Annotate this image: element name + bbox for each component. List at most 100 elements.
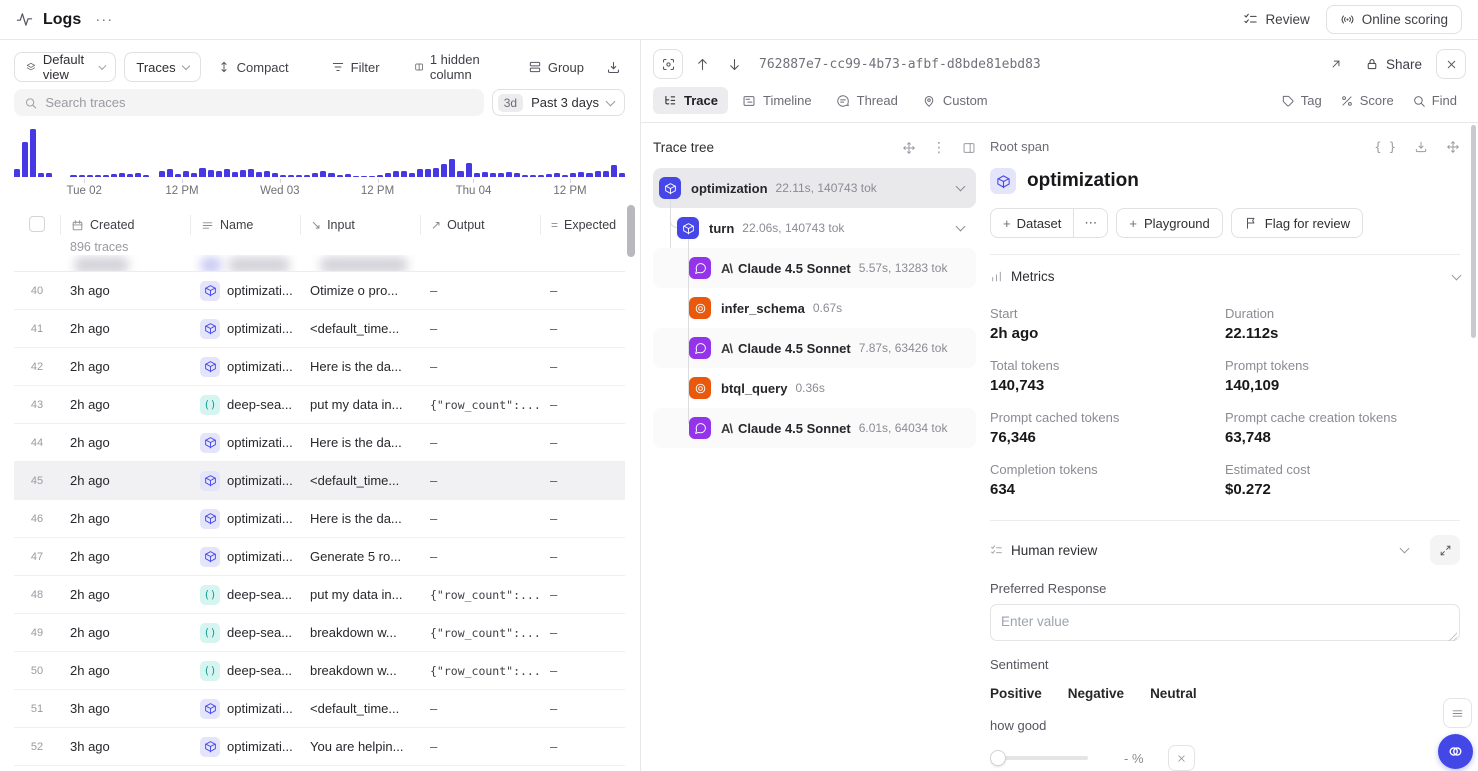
- tree-node-claude-4-5-sonnet[interactable]: A\Claude 4.5 Sonnet6.01s, 64034 tok: [653, 408, 976, 448]
- trace-volume-histogram: Tue 0212 PMWed 0312 PMThu 0412 PM: [14, 129, 625, 201]
- traces-selector[interactable]: Traces: [124, 52, 200, 82]
- table-row[interactable]: 403h agooptimizati...Otimize o pro...––: [14, 272, 625, 310]
- assistant-fab[interactable]: [1438, 734, 1473, 769]
- column-header-expected[interactable]: =Expected: [540, 215, 625, 235]
- tree-node-infer-schema[interactable]: infer_schema0.67s: [653, 288, 976, 328]
- checklist-icon: [990, 544, 1003, 557]
- slider-knob[interactable]: [990, 750, 1006, 766]
- table-row[interactable]: 523h agooptimizati...You are helpin...––: [14, 728, 625, 766]
- tree-node-optimization[interactable]: optimization22.11s, 140743 tok: [653, 168, 976, 208]
- tree-node-claude-4-5-sonnet[interactable]: A\Claude 4.5 Sonnet5.57s, 13283 tok: [653, 248, 976, 288]
- online-scoring-button[interactable]: Online scoring: [1326, 5, 1462, 34]
- group-button[interactable]: Group: [520, 52, 592, 82]
- filter-icon: [331, 60, 345, 74]
- review-menu-button[interactable]: [1443, 698, 1472, 728]
- metrics-section-header[interactable]: Metrics: [990, 269, 1460, 284]
- input-cell: You are helpin...: [300, 739, 420, 754]
- export-button[interactable]: [602, 52, 625, 82]
- histogram-bar: [87, 175, 93, 177]
- tab-custom[interactable]: Custom: [912, 87, 998, 114]
- name-cell: ()deep-sea...: [190, 623, 300, 643]
- column-header-input[interactable]: ↘Input: [300, 215, 420, 235]
- tab-trace[interactable]: Trace: [653, 87, 728, 114]
- share-button[interactable]: Share: [1357, 51, 1430, 78]
- compact-button[interactable]: Compact: [209, 52, 297, 82]
- function-span-icon: (): [200, 623, 220, 643]
- created-cell: 3h ago: [60, 701, 190, 716]
- table-row[interactable]: 482h ago()deep-sea...put my data in...{"…: [14, 576, 625, 614]
- histogram-bar: [433, 168, 439, 177]
- metric-prompt-tokens: Prompt tokens140,109: [1225, 358, 1460, 394]
- left-scrollbar-thumb[interactable]: [627, 205, 635, 257]
- created-cell: 2h ago: [60, 397, 190, 412]
- tag-button[interactable]: Tag: [1272, 87, 1331, 114]
- expand-review-button[interactable]: [1430, 535, 1460, 565]
- histogram-bar: [554, 173, 560, 177]
- panel-layout-icon[interactable]: [962, 141, 976, 155]
- preferred-response-input[interactable]: [990, 604, 1460, 641]
- find-button[interactable]: Find: [1403, 87, 1466, 114]
- tree-node-claude-4-5-sonnet[interactable]: A\Claude 4.5 Sonnet7.87s, 63426 tok: [653, 328, 976, 368]
- download-icon[interactable]: [1414, 140, 1428, 154]
- histogram-bar: [183, 171, 189, 177]
- sentiment-positive-button[interactable]: Positive: [990, 686, 1042, 701]
- select-all-checkbox[interactable]: [29, 216, 45, 232]
- clear-score-button[interactable]: [1168, 745, 1195, 771]
- table-row[interactable]: 492h ago()deep-sea...breakdown w...{"row…: [14, 614, 625, 652]
- input-cell: Otimize o pro...: [300, 283, 420, 298]
- tree-menu-icon[interactable]: ⋮: [932, 139, 946, 156]
- time-range-selector[interactable]: 3d Past 3 days: [492, 89, 625, 116]
- table-row[interactable]: 452h agooptimizati...<default_time...––: [14, 462, 625, 500]
- tab-thread[interactable]: Thread: [826, 87, 908, 114]
- tree-node-btql-query[interactable]: btql_query0.36s: [653, 368, 976, 408]
- right-scrollbar-thumb[interactable]: [1471, 125, 1476, 338]
- open-fullscreen-button[interactable]: [1321, 49, 1351, 79]
- row-number: 50: [14, 665, 60, 677]
- column-header-created[interactable]: Created: [60, 215, 190, 235]
- close-panel-button[interactable]: [1436, 49, 1466, 79]
- table-row[interactable]: 412h agooptimizati...<default_time...––: [14, 310, 625, 348]
- output-cell: {"row_count":...: [420, 588, 540, 602]
- review-button[interactable]: Review: [1233, 6, 1319, 33]
- table-row[interactable]: 462h agooptimizati...Here is the da...––: [14, 500, 625, 538]
- focus-trace-button[interactable]: [653, 49, 683, 79]
- table-row[interactable]: 422h agooptimizati...Here is the da...––: [14, 348, 625, 386]
- filter-button[interactable]: Filter: [323, 52, 388, 82]
- expected-cell: –: [540, 663, 625, 678]
- json-view-icon[interactable]: { }: [1374, 140, 1396, 154]
- dataset-more-button[interactable]: ⋯: [1073, 209, 1107, 237]
- table-row[interactable]: 513h agooptimizati...<default_time...––: [14, 690, 625, 728]
- metric-total-tokens: Total tokens140,743: [990, 358, 1225, 394]
- sentiment-neutral-button[interactable]: Neutral: [1150, 686, 1197, 701]
- tree-node-turn[interactable]: turn22.06s, 140743 tok: [653, 208, 976, 248]
- move-icon[interactable]: [1446, 140, 1460, 154]
- histogram-bar: [498, 173, 504, 177]
- column-header-output[interactable]: ↗Output: [420, 215, 540, 235]
- playground-button[interactable]: + Playground: [1116, 208, 1222, 238]
- chevron-down-icon: [1400, 544, 1410, 554]
- histogram-bar: [619, 173, 625, 177]
- search-traces-box[interactable]: [14, 89, 484, 116]
- search-input[interactable]: [45, 95, 473, 110]
- table-row[interactable]: 432h ago()deep-sea...put my data in...{"…: [14, 386, 625, 424]
- table-row[interactable]: 502h ago()deep-sea...breakdown w...{"row…: [14, 652, 625, 690]
- tab-timeline[interactable]: Timeline: [732, 87, 822, 114]
- page-menu-button[interactable]: ···: [95, 11, 113, 28]
- view-selector[interactable]: Default view: [14, 52, 116, 82]
- table-row[interactable]: 442h agooptimizati...Here is the da...––: [14, 424, 625, 462]
- add-to-dataset-button[interactable]: + Dataset: [991, 209, 1073, 237]
- prev-trace-button[interactable]: [689, 50, 715, 78]
- move-icon[interactable]: [902, 141, 916, 155]
- sentiment-negative-button[interactable]: Negative: [1068, 686, 1124, 701]
- human-review-section-header[interactable]: Human review: [990, 535, 1460, 565]
- score-slider[interactable]: [990, 749, 1088, 767]
- hidden-column-button[interactable]: 1 hidden column: [406, 52, 508, 82]
- column-header-name[interactable]: Name: [190, 215, 300, 235]
- table-row[interactable]: 472h agooptimizati...Generate 5 ro...––: [14, 538, 625, 576]
- next-trace-button[interactable]: [721, 50, 747, 78]
- flag-for-review-button[interactable]: Flag for review: [1231, 208, 1363, 238]
- cube-icon: [996, 174, 1011, 189]
- histogram-bar: [296, 175, 302, 177]
- expected-cell: –: [540, 511, 625, 526]
- score-button[interactable]: Score: [1331, 87, 1403, 114]
